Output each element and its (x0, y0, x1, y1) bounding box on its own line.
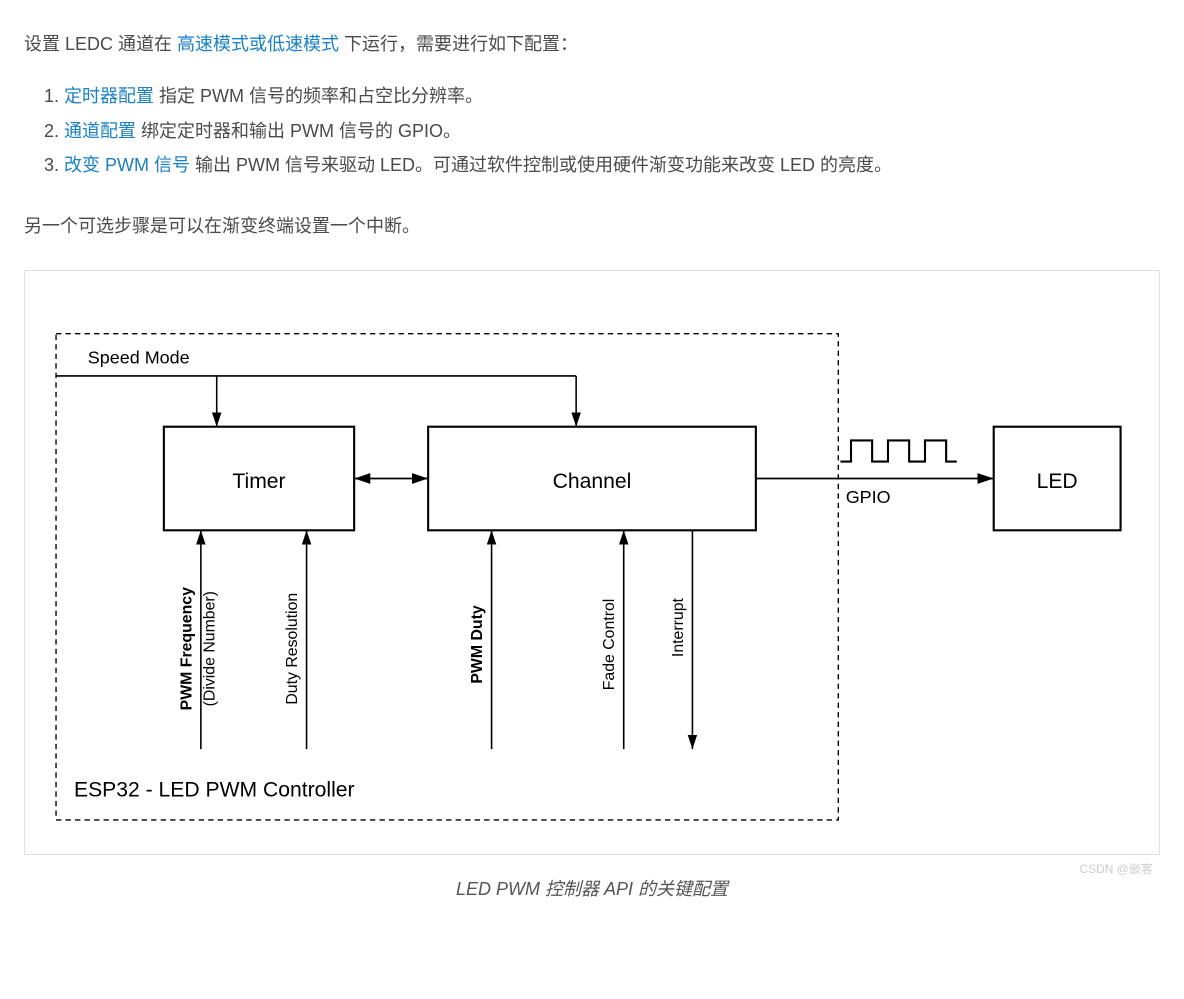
channel-label-text: Channel (553, 470, 632, 493)
ledc-diagram: ESP32 - LED PWM Controller Speed Mode Ti… (37, 321, 1147, 828)
timer-config-link[interactable]: 定时器配置 (64, 86, 154, 106)
duty-resolution-text: Duty Resolution (284, 593, 301, 705)
controller-title-text: ESP32 - LED PWM Controller (74, 779, 355, 802)
intro-paragraph: 设置 LEDC 通道在 高速模式或低速模式 下运行，需要进行如下配置： (24, 28, 1160, 60)
channel-config-link[interactable]: 通道配置 (64, 121, 136, 141)
step-item: 通道配置 绑定定时器和输出 PWM 信号的 GPIO。 (64, 115, 1160, 147)
pwm-freq-text: PWM Frequency (178, 587, 195, 710)
timer-label-text: Timer (232, 470, 285, 493)
divide-number-text: (Divide Number) (202, 591, 219, 706)
step-text: 绑定定时器和输出 PWM 信号的 GPIO。 (136, 121, 461, 141)
led-label-text: LED (1037, 470, 1078, 493)
interrupt-text: Interrupt (670, 597, 687, 657)
note-paragraph: 另一个可选步骤是可以在渐变终端设置一个中断。 (24, 210, 1160, 242)
diagram-container: ESP32 - LED PWM Controller Speed Mode Ti… (24, 270, 1160, 855)
pwm-duty-text: PWM Duty (469, 605, 486, 684)
change-pwm-link[interactable]: 改变 PWM 信号 (64, 155, 190, 175)
step-item: 定时器配置 指定 PWM 信号的频率和占空比分辨率。 (64, 80, 1160, 112)
fade-control-text: Fade Control (601, 599, 618, 691)
speed-mode-link[interactable]: 高速模式或低速模式 (177, 34, 339, 54)
diagram-caption: LED PWM 控制器 API 的关键配置 (24, 873, 1160, 905)
speed-mode-text: Speed Mode (88, 347, 190, 367)
gpio-label-text: GPIO (846, 487, 891, 507)
intro-prefix: 设置 LEDC 通道在 (24, 34, 177, 54)
step-text: 指定 PWM 信号的频率和占空比分辨率。 (154, 86, 483, 106)
intro-suffix: 下运行，需要进行如下配置： (339, 34, 578, 54)
step-text: 输出 PWM 信号来驱动 LED。可通过软件控制或使用硬件渐变功能来改变 LED… (190, 155, 892, 175)
step-item: 改变 PWM 信号 输出 PWM 信号来驱动 LED。可通过软件控制或使用硬件渐… (64, 149, 1160, 181)
steps-list: 定时器配置 指定 PWM 信号的频率和占空比分辨率。 通道配置 绑定定时器和输出… (64, 80, 1160, 181)
watermark-text: CSDN @嵌客 (1079, 859, 1153, 881)
